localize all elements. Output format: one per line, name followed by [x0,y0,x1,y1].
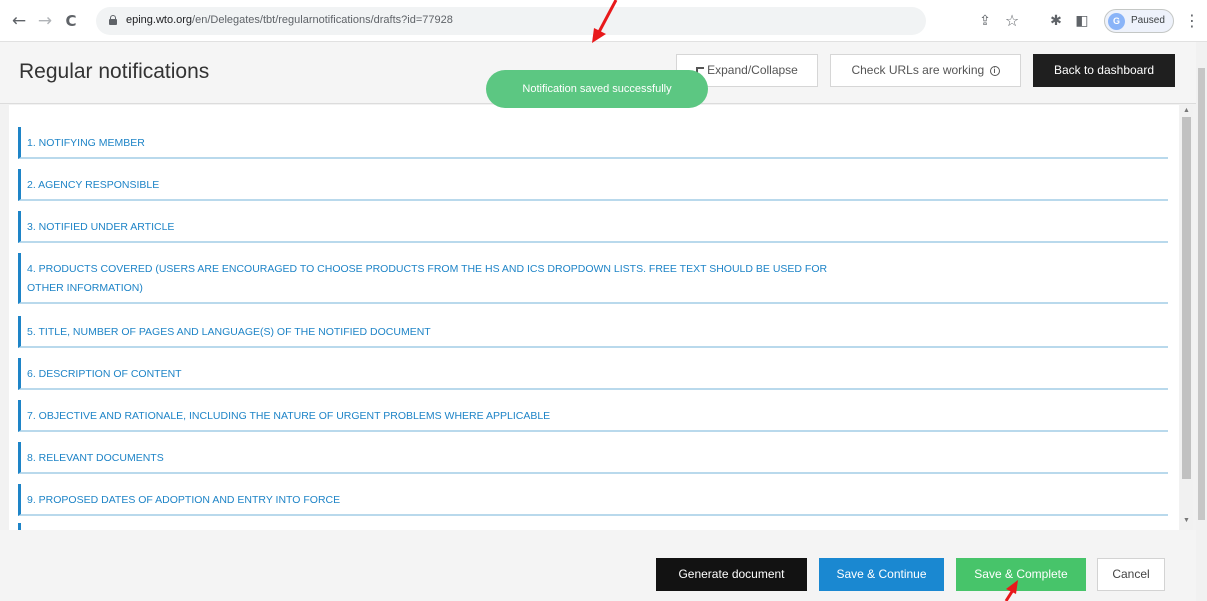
share-icon[interactable]: ⇪ [975,11,995,31]
page-title: Regular notifications [19,60,210,83]
section-label: 2. AGENCY RESPONSIBLE [27,179,160,191]
annotation-arrow-top-icon [592,0,618,43]
check-urls-label: Check URLs are working [851,63,985,77]
section-label: 1. NOTIFYING MEMBER [27,137,145,149]
success-toast: Notification saved successfully [486,70,708,108]
section-label: 7. OBJECTIVE AND RATIONALE, INCLUDING TH… [27,410,551,422]
section-relevant-documents[interactable]: 8. RELEVANT DOCUMENTS [18,442,1168,474]
info-icon: i [989,65,1000,76]
back-arrow-icon[interactable]: ← [8,10,30,32]
section-proposed-dates[interactable]: 9. PROPOSED DATES OF ADOPTION AND ENTRY … [18,484,1168,516]
section-notified-under-article[interactable]: 3. NOTIFIED UNDER ARTICLE [18,211,1168,243]
side-panel-icon[interactable]: ◧ [1072,11,1092,31]
section-next-partial [18,523,21,530]
extensions-icon[interactable]: ✱ [1046,11,1066,31]
scroll-down-icon[interactable]: ▼ [1183,517,1190,524]
browser-menu-icon[interactable]: ⋮ [1184,11,1200,30]
panel-scrollbar-thumb[interactable] [1182,117,1191,479]
generate-document-button[interactable]: Generate document [656,558,807,591]
url-text[interactable]: eping.wto.org/en/Delegates/tbt/regularno… [126,14,453,26]
section-products-covered[interactable]: 4. PRODUCTS COVERED (USERS ARE ENCOURAGE… [18,253,1168,304]
section-label-cont: OTHER INFORMATION) [27,282,143,294]
section-description-of-content[interactable]: 6. DESCRIPTION OF CONTENT [18,358,1168,390]
profile-status: Paused [1131,15,1165,26]
panel-scrollbar[interactable]: ▲ ▼ [1180,105,1193,530]
section-objective-rationale[interactable]: 7. OBJECTIVE AND RATIONALE, INCLUDING TH… [18,400,1168,432]
page-scrollbar[interactable] [1196,42,1207,601]
section-agency-responsible[interactable]: 2. AGENCY RESPONSIBLE [18,169,1168,201]
section-notifying-member[interactable]: 1. NOTIFYING MEMBER [18,127,1168,159]
page-scrollbar-thumb[interactable] [1198,68,1205,520]
forward-arrow-icon[interactable]: → [34,10,56,32]
profile-button[interactable]: G Paused [1104,9,1174,33]
section-label: 5. TITLE, NUMBER OF PAGES AND LANGUAGE(S… [27,326,431,338]
back-to-dashboard-button[interactable]: Back to dashboard [1033,54,1175,87]
url-path: /en/Delegates/tbt/regularnotifications/d… [192,14,453,26]
notification-sections-panel: 1. NOTIFYING MEMBER 2. AGENCY RESPONSIBL… [9,105,1179,530]
section-label: 8. RELEVANT DOCUMENTS [27,452,164,464]
section-label: 6. DESCRIPTION OF CONTENT [27,368,182,380]
section-title-pages-language[interactable]: 5. TITLE, NUMBER OF PAGES AND LANGUAGE(S… [18,316,1168,348]
url-host: eping.wto.org [126,14,193,26]
address-bar[interactable]: eping.wto.org/en/Delegates/tbt/regularno… [96,7,926,35]
check-urls-button[interactable]: Check URLs are working i [830,54,1021,87]
scroll-up-icon[interactable]: ▲ [1183,107,1190,114]
cancel-button[interactable]: Cancel [1097,558,1165,591]
section-label: 4. PRODUCTS COVERED (USERS ARE ENCOURAGE… [27,263,828,275]
reload-icon[interactable]: C [60,10,82,32]
star-icon[interactable]: ☆ [1002,11,1022,31]
lock-icon [109,15,117,25]
save-continue-button[interactable]: Save & Continue [819,558,944,591]
expand-collapse-label: Expand/Collapse [707,63,798,77]
annotation-arrow-bottom-icon [1004,580,1018,601]
avatar: G [1108,13,1125,30]
section-label: 3. NOTIFIED UNDER ARTICLE [27,221,175,233]
section-label: 9. PROPOSED DATES OF ADOPTION AND ENTRY … [27,494,341,506]
